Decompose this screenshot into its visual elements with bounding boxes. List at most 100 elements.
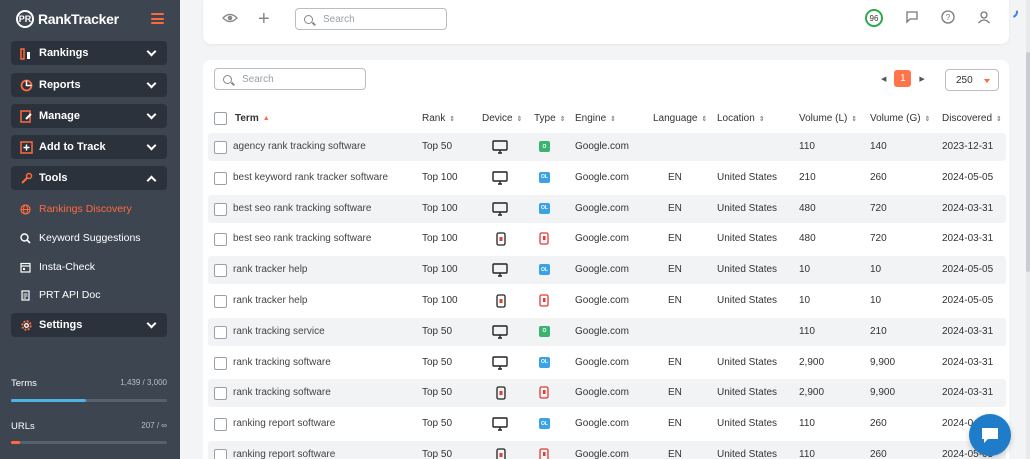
search-icon bbox=[223, 74, 232, 84]
table-row[interactable]: rank tracking software Top 50 Google.com… bbox=[208, 379, 1006, 408]
table-row[interactable]: ranking report software Top 50 Google.co… bbox=[208, 441, 1006, 459]
col-discovered[interactable]: Discovered ⇕ bbox=[942, 113, 1002, 124]
term-cell[interactable]: rank tracker help bbox=[233, 264, 307, 275]
add-icon[interactable]: + bbox=[258, 9, 270, 29]
type-badge: OL bbox=[539, 264, 550, 276]
sidebar-item-prt-api-doc[interactable]: PRT API Doc bbox=[19, 289, 100, 301]
nav-tools[interactable]: Tools bbox=[11, 166, 167, 190]
row-checkbox[interactable] bbox=[214, 264, 227, 278]
col-rank[interactable]: Rank ⇕ bbox=[422, 113, 455, 124]
current-page-button[interactable]: 1 bbox=[894, 70, 912, 87]
table-row[interactable]: best seo rank tracking software Top 100 … bbox=[208, 194, 1006, 223]
per-page-value: 250 bbox=[956, 74, 973, 86]
top-search-input[interactable] bbox=[323, 13, 423, 25]
term-cell[interactable]: best keyword rank tracker software bbox=[233, 172, 388, 183]
table-row[interactable]: rank tracker help Top 100 OL Google.com … bbox=[208, 256, 1006, 285]
flag-icon[interactable] bbox=[905, 10, 919, 27]
volume-l-cell: 2,900 bbox=[799, 356, 825, 368]
hamburger-menu-icon[interactable] bbox=[151, 13, 164, 24]
col-term[interactable]: Term ▲ bbox=[235, 113, 270, 124]
table-row[interactable]: ranking report software Top 50 OL Google… bbox=[208, 410, 1006, 438]
discovered-cell: 2024-05-05 bbox=[942, 171, 994, 183]
prev-page-icon[interactable]: ◀ bbox=[881, 75, 886, 83]
type-badge: OL bbox=[539, 418, 550, 430]
discovered-cell: 2024-05-05 bbox=[942, 295, 994, 306]
nav-rankings[interactable]: Rankings bbox=[11, 41, 167, 65]
term-cell[interactable]: rank tracking service bbox=[233, 326, 325, 337]
col-volume-g[interactable]: Volume (G) ⇕ bbox=[870, 113, 930, 124]
score-badge[interactable]: 96 bbox=[865, 9, 883, 27]
col-language[interactable]: Language ⇕ bbox=[653, 113, 707, 124]
term-cell[interactable]: rank tracking software bbox=[233, 387, 331, 398]
per-page-select[interactable]: 250 bbox=[945, 69, 999, 91]
table-search-input[interactable] bbox=[242, 73, 342, 85]
row-checkbox[interactable] bbox=[214, 356, 227, 370]
volume-l-cell: 110 bbox=[799, 325, 815, 337]
term-cell[interactable]: agency rank tracking software bbox=[233, 141, 366, 152]
row-checkbox[interactable] bbox=[214, 449, 227, 459]
desktop-icon bbox=[492, 355, 508, 373]
eye-icon[interactable] bbox=[222, 11, 238, 28]
table-search-field[interactable] bbox=[214, 68, 366, 90]
table-row[interactable]: rank tracking software Top 50 OL Google.… bbox=[208, 349, 1006, 377]
table-row[interactable]: rank tracker help Top 100 Google.com EN … bbox=[208, 287, 1006, 315]
caret-down-icon bbox=[984, 79, 990, 83]
term-cell[interactable]: rank tracker help bbox=[233, 295, 307, 306]
chat-icon bbox=[982, 428, 998, 443]
col-type[interactable]: Type ⇕ bbox=[534, 113, 566, 124]
col-volume-l[interactable]: Volume (L) ⇕ bbox=[799, 113, 857, 124]
col-location[interactable]: Location ⇕ bbox=[717, 113, 765, 124]
col-label: Rank bbox=[422, 113, 446, 124]
row-checkbox[interactable] bbox=[214, 418, 227, 432]
row-checkbox[interactable] bbox=[214, 202, 227, 216]
sidebar-item-keyword-suggestions[interactable]: Keyword Suggestions bbox=[19, 232, 141, 244]
nav-reports[interactable]: Reports bbox=[11, 73, 167, 97]
row-checkbox[interactable] bbox=[214, 325, 227, 339]
nav-manage[interactable]: Manage bbox=[11, 104, 167, 128]
location-cell: United States bbox=[717, 233, 778, 245]
next-page-icon[interactable]: ▶ bbox=[919, 75, 924, 83]
top-search-field[interactable] bbox=[295, 8, 447, 30]
rank-cell: Top 100 bbox=[422, 233, 458, 245]
row-checkbox[interactable] bbox=[214, 141, 227, 154]
discovered-cell: 2024-0 bbox=[942, 418, 974, 430]
engine-cell: Google.com bbox=[575, 295, 629, 306]
engine-cell: Google.com bbox=[575, 418, 629, 430]
table-row[interactable]: rank tracking service Top 50 O Google.co… bbox=[208, 317, 1006, 346]
help-icon[interactable]: ? bbox=[941, 10, 955, 27]
logo[interactable]: PR RankTracker bbox=[16, 10, 119, 28]
col-label: Device bbox=[482, 113, 513, 124]
urls-value: 207 / ∞ bbox=[141, 421, 167, 430]
page-scrollbar[interactable] bbox=[1026, 0, 1030, 459]
col-device[interactable]: Device ⇕ bbox=[482, 113, 522, 124]
row-checkbox[interactable] bbox=[214, 171, 227, 185]
chat-button[interactable] bbox=[969, 414, 1011, 456]
table-row[interactable]: best keyword rank tracker software Top 1… bbox=[208, 164, 1006, 192]
rank-cell: Top 50 bbox=[422, 141, 453, 152]
term-cell[interactable]: best seo rank tracking software bbox=[233, 233, 371, 244]
sidebar-item-rankings-discovery[interactable]: Rankings Discovery bbox=[19, 203, 132, 215]
table-row[interactable]: best seo rank tracking software Top 100 … bbox=[208, 225, 1006, 253]
row-checkbox[interactable] bbox=[214, 233, 227, 247]
row-checkbox[interactable] bbox=[214, 295, 227, 308]
language-cell: EN bbox=[668, 233, 682, 245]
nav-add-to-track[interactable]: Add to Track bbox=[11, 135, 167, 159]
location-cell: United States bbox=[717, 356, 778, 368]
scrollbar-thumb[interactable] bbox=[1026, 52, 1030, 272]
volume-g-cell: 9,900 bbox=[870, 387, 896, 399]
col-engine[interactable]: Engine ⇕ bbox=[575, 113, 616, 124]
sidebar-item-insta-check[interactable]: Insta-Check bbox=[19, 261, 95, 273]
chevron-down-icon bbox=[146, 78, 157, 88]
nav-settings[interactable]: Settings bbox=[11, 313, 167, 337]
col-label: Term bbox=[235, 113, 259, 124]
term-cell[interactable]: rank tracking software bbox=[233, 357, 331, 368]
user-icon[interactable] bbox=[977, 10, 991, 27]
language-cell: EN bbox=[668, 202, 682, 214]
term-cell[interactable]: ranking report software bbox=[233, 449, 335, 459]
term-cell[interactable]: ranking report software bbox=[233, 418, 335, 429]
row-checkbox[interactable] bbox=[214, 387, 227, 401]
table-row[interactable]: agency rank tracking software Top 50 O G… bbox=[208, 133, 1006, 161]
language-cell: EN bbox=[668, 356, 682, 368]
term-cell[interactable]: best seo rank tracking software bbox=[233, 203, 371, 214]
select-all-checkbox[interactable] bbox=[214, 112, 227, 125]
